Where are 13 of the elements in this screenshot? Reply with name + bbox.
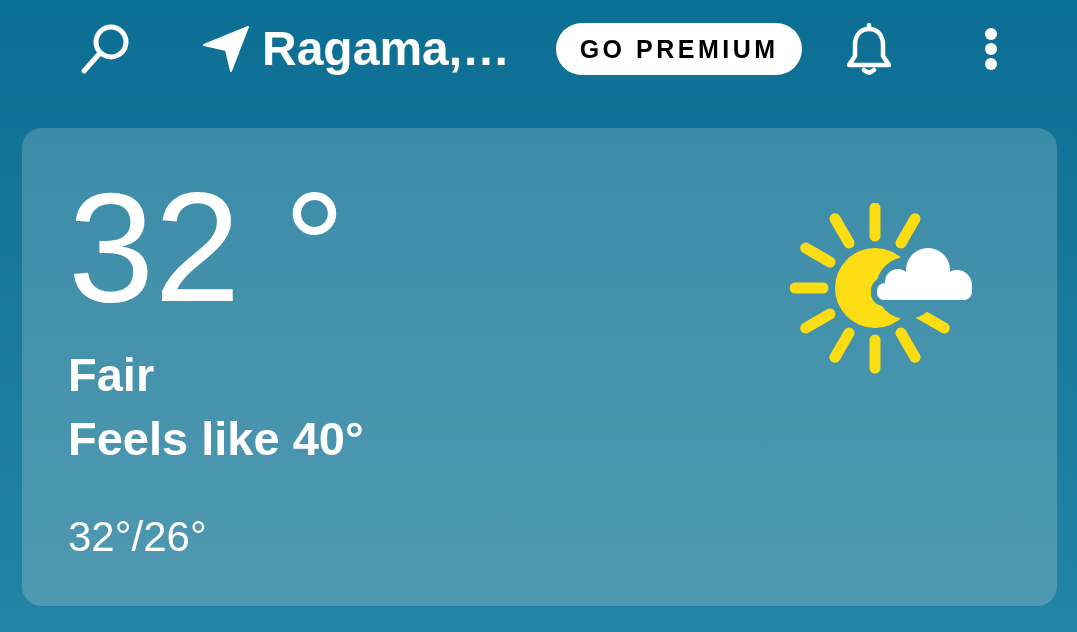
feels-like-temperature: Feels like 40°	[68, 415, 364, 462]
search-icon	[80, 23, 130, 75]
location-button[interactable]: Ragama,…	[202, 21, 511, 77]
high-low-temperature: 32°/26°	[68, 516, 207, 558]
temperature: 32 °	[68, 170, 346, 325]
notifications-button[interactable]	[845, 22, 894, 76]
go-premium-button[interactable]: GO PREMIUM	[556, 23, 803, 75]
condition: Fair	[68, 351, 155, 398]
bell-icon	[845, 22, 894, 76]
menu-button[interactable]	[984, 27, 999, 71]
navigation-arrow-icon	[202, 25, 250, 73]
search-button[interactable]	[80, 23, 130, 75]
more-options-icon	[984, 27, 999, 71]
